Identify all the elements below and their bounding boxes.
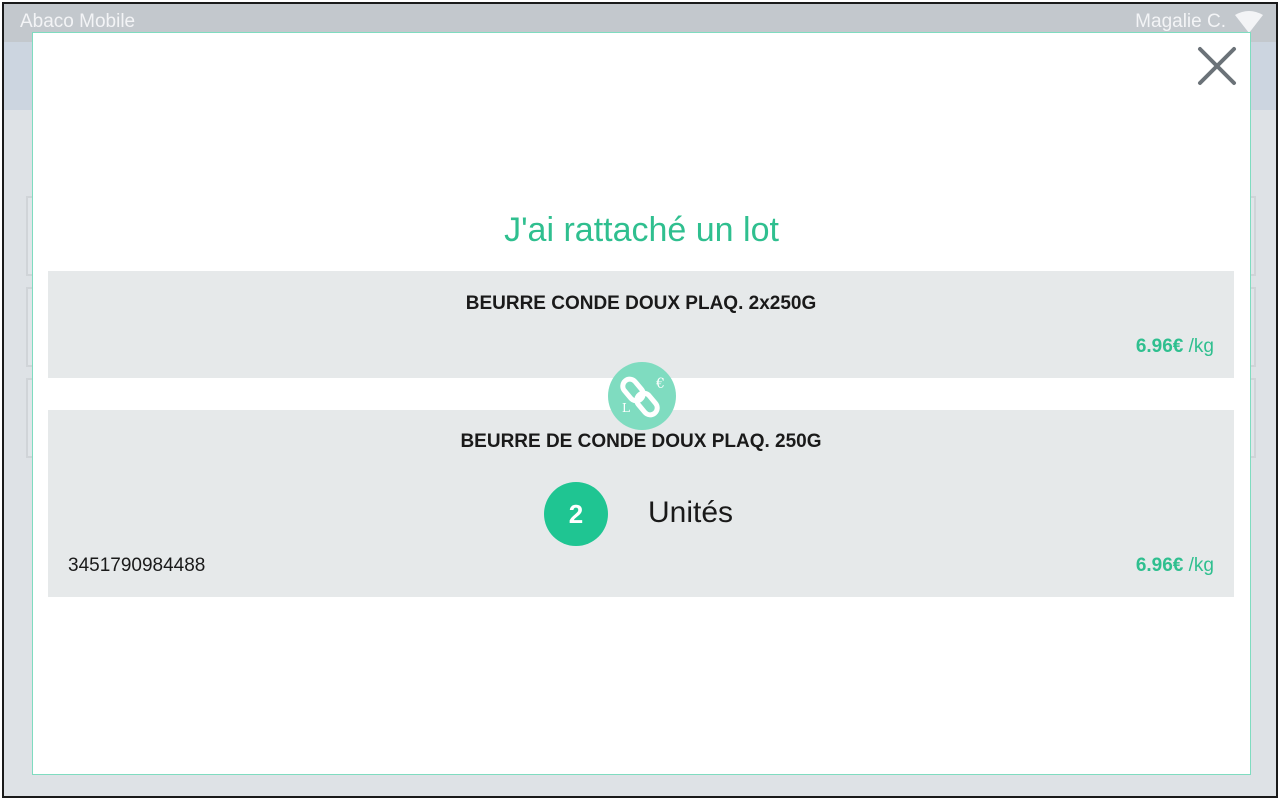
link-lot-icon: € L — [608, 362, 676, 430]
price-amount: 6.96€ — [1135, 555, 1184, 576]
quantity-unit: Unités — [648, 496, 734, 529]
quantity-badge: 2 — [544, 482, 608, 546]
chain-link-icon: € L — [620, 376, 665, 418]
product-price: 6.96€ /kg — [1136, 336, 1214, 358]
lot-attached-dialog: J'ai rattaché un lot BEURRE CONDE DOUX P… — [32, 32, 1251, 775]
close-icon — [1198, 47, 1236, 85]
price-unit: /kg — [1188, 336, 1214, 357]
close-button[interactable] — [1196, 45, 1238, 87]
app-window: Abaco Mobile Magalie C. J'ai rattaché un… — [2, 2, 1278, 798]
dialog-title: J'ai rattaché un lot — [504, 211, 779, 249]
product-price: 6.96€ /kg — [1136, 555, 1214, 577]
price-unit: /kg — [1188, 555, 1214, 576]
product-name: BEURRE DE CONDE DOUX PLAQ. 250G — [460, 431, 822, 452]
currency-glyph: € — [655, 376, 665, 392]
target-product-card: BEURRE DE CONDE DOUX PLAQ. 250G 2 Unités… — [48, 410, 1234, 597]
price-amount: 6.96€ — [1135, 336, 1184, 357]
lot-letter-glyph: L — [622, 401, 630, 415]
product-barcode: 3451790984488 — [68, 555, 206, 576]
product-name: BEURRE CONDE DOUX PLAQ. 2x250G — [465, 293, 817, 314]
